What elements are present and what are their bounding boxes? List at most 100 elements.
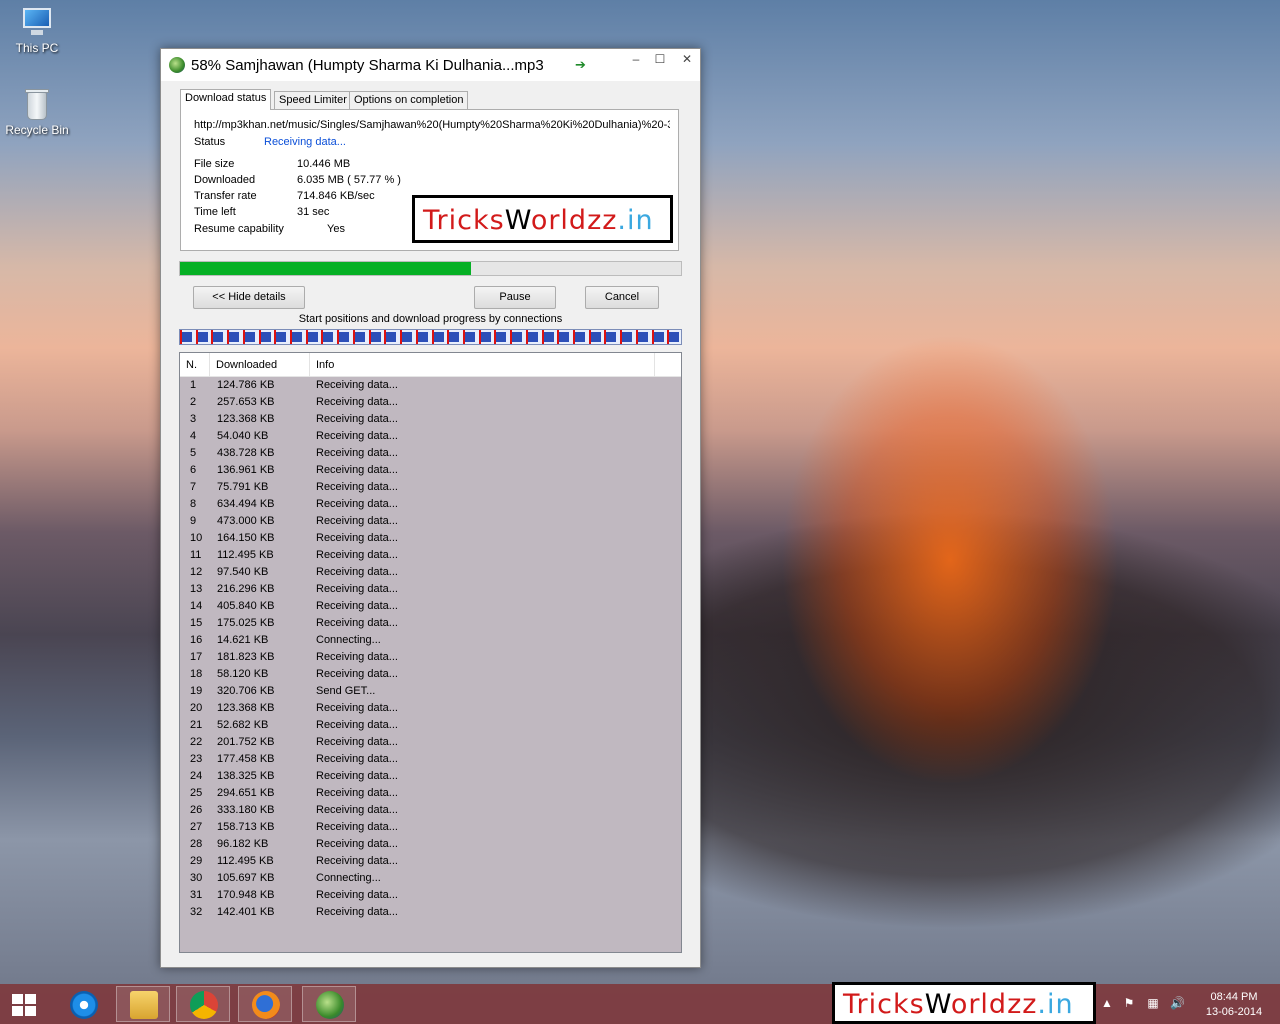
row-info: Receiving data... [316,532,398,544]
connection-start-marker [416,330,418,344]
arrow-right-icon[interactable]: ➔ [575,57,586,73]
list-item[interactable]: 13 216.296 KB Receiving data... [180,581,681,598]
internet-explorer-icon [70,991,98,1019]
volume-icon[interactable]: 🔊 [1170,996,1185,1010]
list-item[interactable]: 15 175.025 KB Receiving data... [180,615,681,632]
action-center-flag-icon[interactable]: ⚑ [1122,996,1136,1010]
row-downloaded: 52.682 KB [217,719,269,731]
taskbar-clock[interactable]: 08:44 PM 13-06-2014 [1198,990,1270,1020]
tab-speed-limiter[interactable]: Speed Limiter [274,91,352,109]
row-number: 8 [190,498,197,510]
list-item[interactable]: 24 138.325 KB Receiving data... [180,768,681,785]
hide-details-button[interactable]: << Hide details [193,286,305,309]
cancel-button[interactable]: Cancel [585,286,659,309]
row-number: 15 [190,617,203,629]
desktop-icon-this-pc[interactable]: This PC [0,6,74,55]
list-item[interactable]: 10 164.150 KB Receiving data... [180,530,681,547]
tab-options-on-completion[interactable]: Options on completion [349,91,469,109]
show-hidden-icons-icon[interactable]: ▲ [1100,996,1114,1010]
file-size-label: File size [194,158,235,170]
row-info: Receiving data... [316,719,398,731]
list-item[interactable]: 17 181.823 KB Receiving data... [180,649,681,666]
taskbar-app-ie[interactable] [56,986,110,1022]
transfer-rate-label: Transfer rate [194,190,257,202]
downloaded-label: Downloaded [194,174,256,186]
row-downloaded: 14.621 KB [217,634,269,646]
list-item[interactable]: 11 112.495 KB Receiving data... [180,547,681,564]
watermark-part: .in [1037,989,1074,1020]
taskbar-app-firefox[interactable] [238,986,292,1022]
windows-start-icon[interactable] [12,994,38,1016]
list-item[interactable]: 22 201.752 KB Receiving data... [180,734,681,751]
column-header-info[interactable]: Info [310,353,655,377]
row-downloaded: 123.368 KB [217,413,275,425]
row-info: Receiving data... [316,447,398,459]
connection-segment [182,332,192,342]
row-downloaded: 54.040 KB [217,430,269,442]
list-item[interactable]: 12 97.540 KB Receiving data... [180,564,681,581]
connection-segment [213,332,223,342]
row-downloaded: 136.961 KB [217,464,275,476]
list-item[interactable]: 1 124.786 KB Receiving data... [180,377,681,394]
list-item[interactable]: 7 75.791 KB Receiving data... [180,479,681,496]
list-item[interactable]: 31 170.948 KB Receiving data... [180,887,681,904]
list-item[interactable]: 29 112.495 KB Receiving data... [180,853,681,870]
connection-start-marker [274,330,276,344]
taskbar-app-idm[interactable] [302,986,356,1022]
maximize-button[interactable]: ☐ [647,49,673,71]
downloaded-value: 6.035 MB ( 57.77 % ) [297,174,401,186]
list-item[interactable]: 14 405.840 KB Receiving data... [180,598,681,615]
desktop-icon-label: Recycle Bin [5,123,69,137]
connection-segment [449,332,459,342]
recycle-bin-icon [19,88,55,120]
list-item[interactable]: 27 158.713 KB Receiving data... [180,819,681,836]
column-header-downloaded[interactable]: Downloaded [210,353,310,377]
list-item[interactable]: 8 634.494 KB Receiving data... [180,496,681,513]
tab-download-status[interactable]: Download status [180,89,272,110]
connection-start-marker [227,330,229,344]
idm-app-icon [169,57,185,73]
minimize-button[interactable]: – [623,49,649,71]
list-item[interactable]: 32 142.401 KB Receiving data... [180,904,681,921]
connection-segment [245,332,255,342]
row-info: Receiving data... [316,906,398,918]
row-number: 29 [190,855,203,867]
list-item[interactable]: 23 177.458 KB Receiving data... [180,751,681,768]
connection-segment [512,332,522,342]
list-item[interactable]: 9 473.000 KB Receiving data... [180,513,681,530]
pause-button[interactable]: Pause [474,286,556,309]
column-header-number[interactable]: N. [180,353,210,377]
list-item[interactable]: 6 136.961 KB Receiving data... [180,462,681,479]
connection-segment [229,332,239,342]
progress-fill [180,262,471,275]
connection-segment [339,332,349,342]
list-item[interactable]: 4 54.040 KB Receiving data... [180,428,681,445]
list-item[interactable]: 3 123.368 KB Receiving data... [180,411,681,428]
watermark-part: W [504,205,531,236]
connection-start-marker [447,330,449,344]
list-item[interactable]: 16 14.621 KB Connecting... [180,632,681,649]
list-item[interactable]: 26 333.180 KB Receiving data... [180,802,681,819]
network-icon[interactable]: ▦ [1146,996,1160,1010]
list-item[interactable]: 18 58.120 KB Receiving data... [180,666,681,683]
list-item[interactable]: 21 52.682 KB Receiving data... [180,717,681,734]
title-bar[interactable]: 58% Samjhawan (Humpty Sharma Ki Dulhania… [161,49,700,81]
list-item[interactable]: 5 438.728 KB Receiving data... [180,445,681,462]
connection-segment [355,332,365,342]
list-item[interactable]: 25 294.651 KB Receiving data... [180,785,681,802]
desktop-icon-recycle-bin[interactable]: Recycle Bin [0,88,74,137]
list-item[interactable]: 19 320.706 KB Send GET... [180,683,681,700]
connections-list[interactable]: N. Downloaded Info 1 124.786 KB Receiving … [179,352,682,953]
list-item[interactable]: 28 96.182 KB Receiving data... [180,836,681,853]
connection-start-marker [479,330,481,344]
close-button[interactable]: ✕ [673,49,701,71]
watermark-part: Tricks [843,989,925,1020]
row-number: 1 [190,379,197,391]
connection-segment [308,332,318,342]
list-item[interactable]: 30 105.697 KB Connecting... [180,870,681,887]
taskbar-app-chrome[interactable] [176,986,230,1022]
connection-start-marker [196,330,198,344]
taskbar-app-explorer[interactable] [116,986,170,1022]
list-item[interactable]: 2 257.653 KB Receiving data... [180,394,681,411]
list-item[interactable]: 20 123.368 KB Receiving data... [180,700,681,717]
